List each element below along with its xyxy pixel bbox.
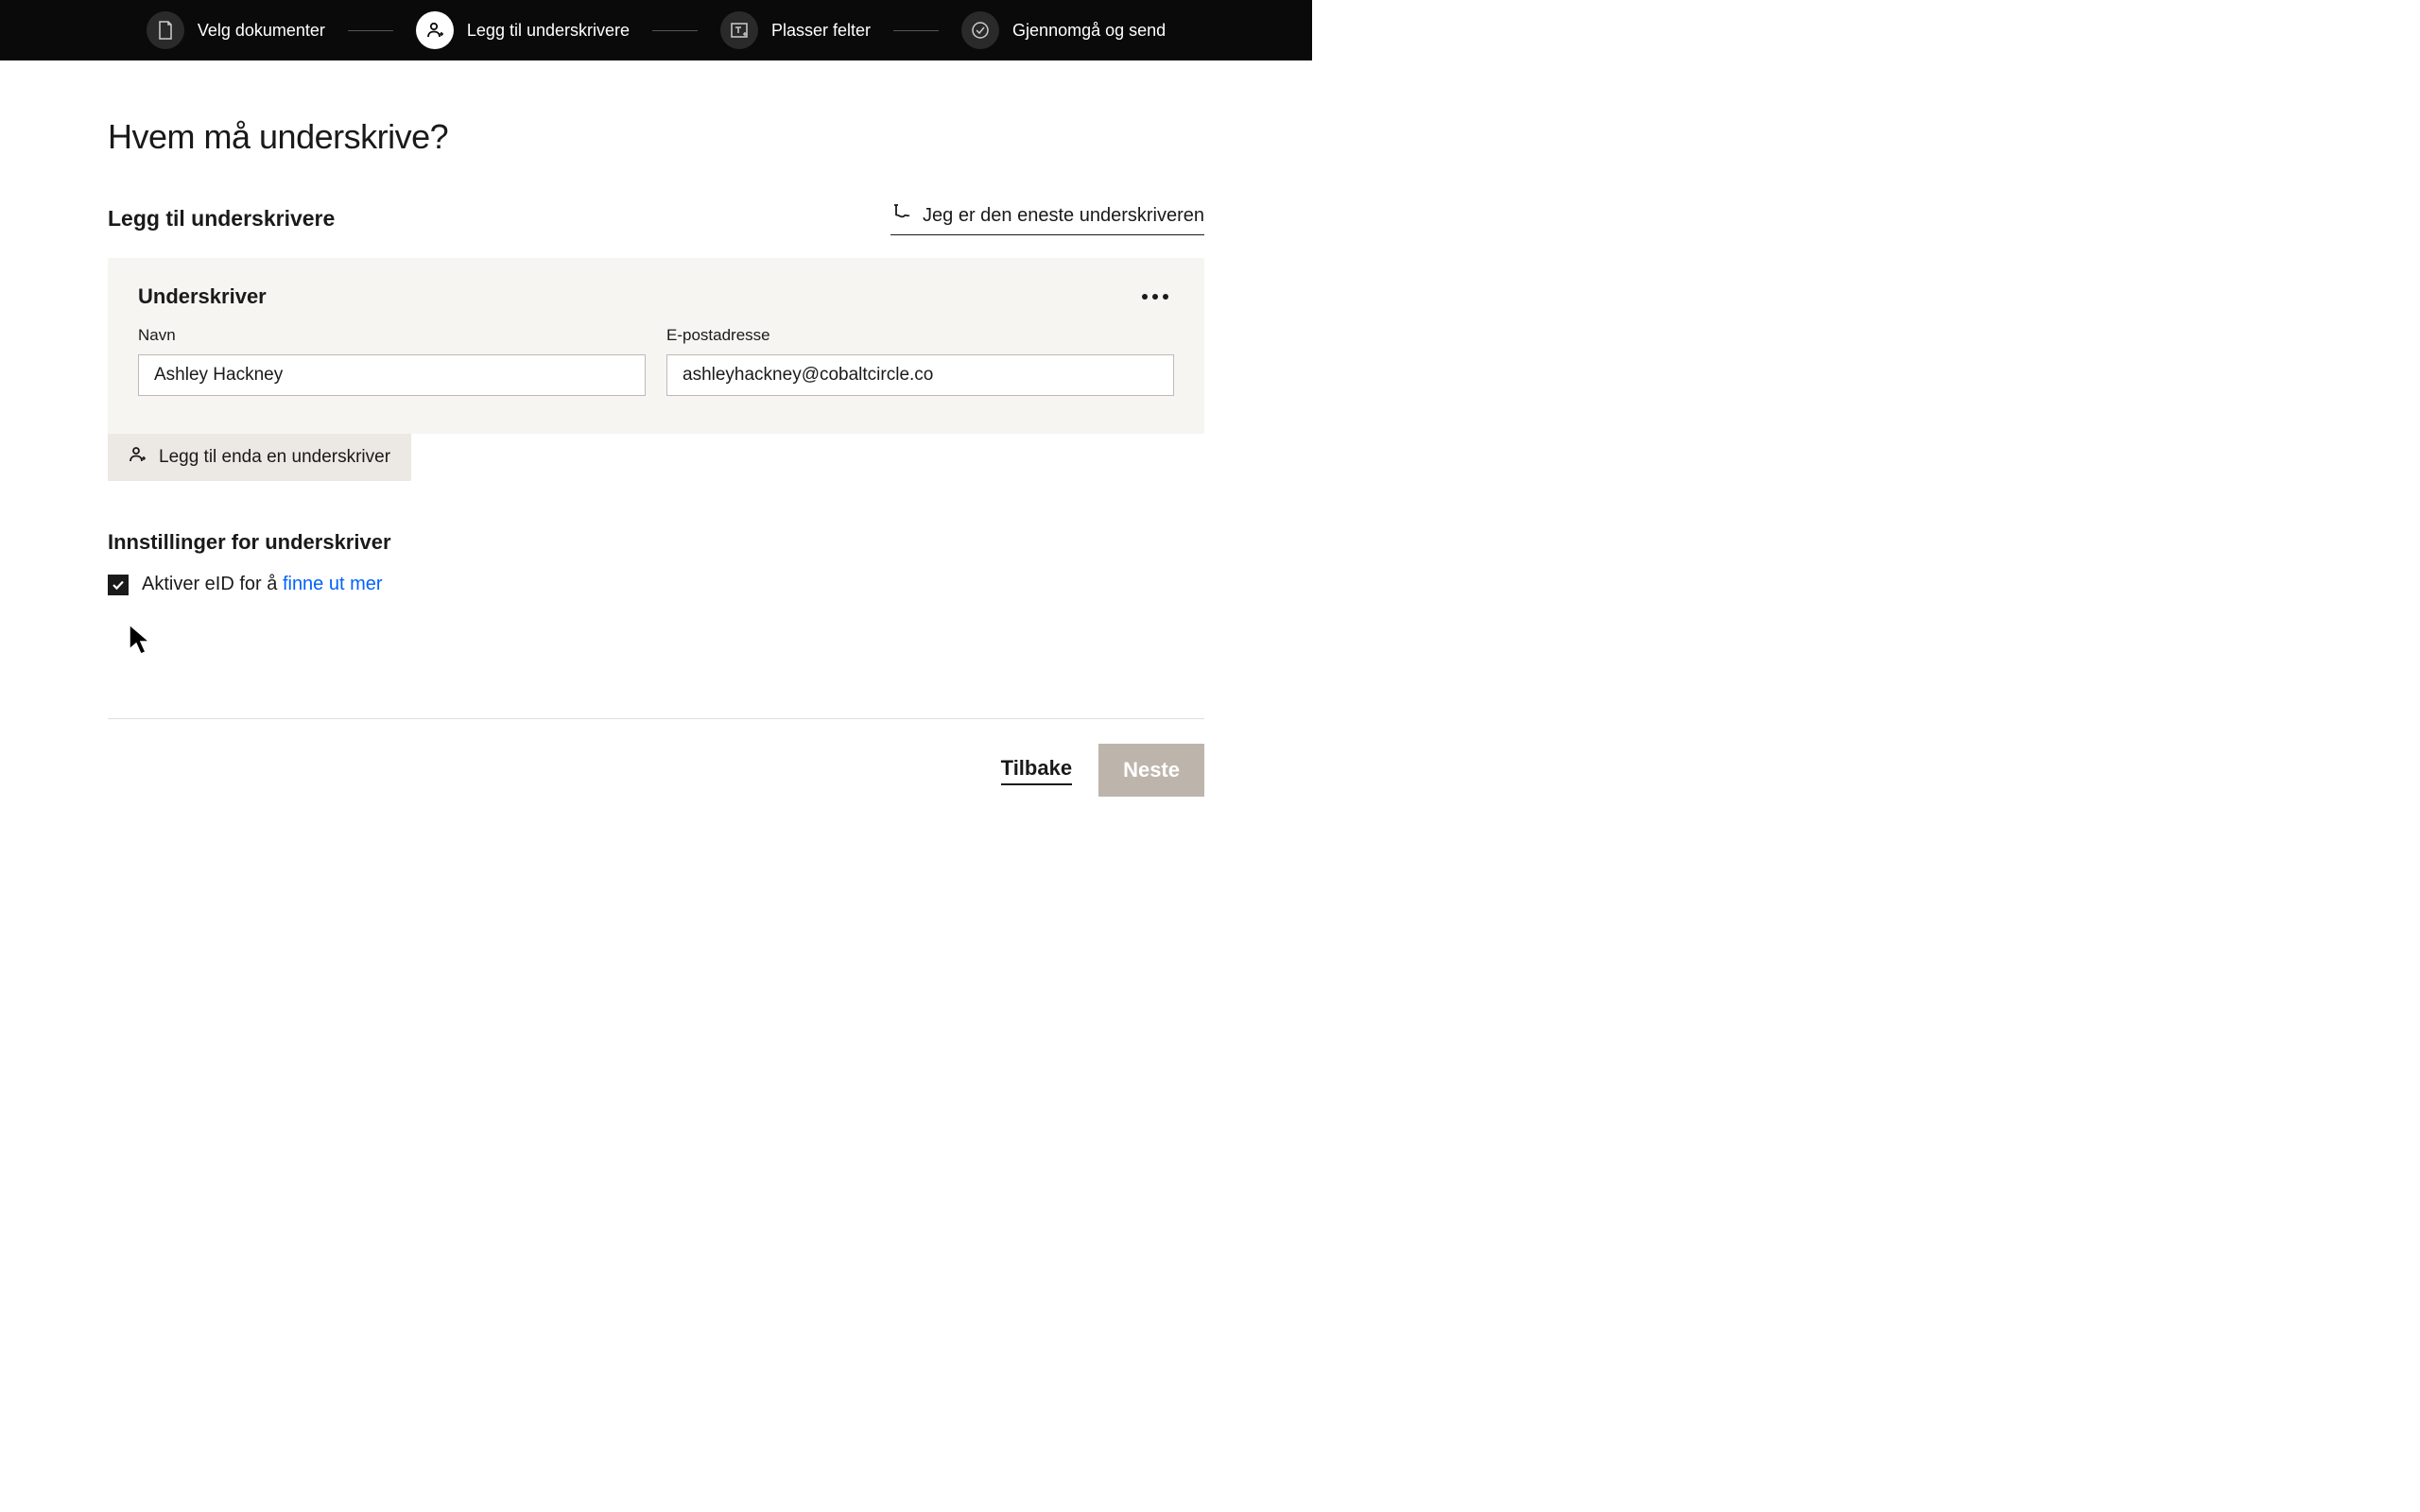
check-icon bbox=[112, 578, 125, 592]
step-label: Plasser felter bbox=[771, 21, 871, 41]
page-title: Hvem må underskrive? bbox=[108, 117, 1204, 157]
signature-icon bbox=[890, 202, 911, 229]
person-plus-icon bbox=[416, 11, 454, 49]
cursor-icon bbox=[128, 623, 154, 659]
step-divider bbox=[652, 30, 698, 31]
stepper-header: Velg dokumenter Legg til underskrivere P… bbox=[0, 0, 1312, 60]
footer: Tilbake Neste bbox=[108, 718, 1204, 797]
eid-checkbox[interactable] bbox=[108, 575, 129, 595]
add-signer-button[interactable]: Legg til enda en underskriver bbox=[108, 434, 411, 481]
main-container: Hvem må underskrive? Legg til underskriv… bbox=[108, 60, 1204, 595]
email-field-group: E-postadresse bbox=[666, 326, 1174, 396]
next-button[interactable]: Neste bbox=[1098, 744, 1204, 797]
step-place-fields[interactable]: Plasser felter bbox=[720, 11, 871, 49]
step-label: Gjennomgå og send bbox=[1012, 21, 1166, 41]
learn-more-link[interactable]: finne ut mer bbox=[283, 574, 383, 594]
name-input[interactable] bbox=[138, 354, 646, 396]
email-input[interactable] bbox=[666, 354, 1174, 396]
field-row: Navn E-postadresse bbox=[138, 326, 1174, 396]
signer-title: Underskriver bbox=[138, 284, 267, 309]
signer-menu-button[interactable] bbox=[1136, 288, 1174, 305]
step-divider bbox=[893, 30, 939, 31]
step-label: Velg dokumenter bbox=[198, 21, 325, 41]
text-field-icon bbox=[720, 11, 758, 49]
section-row: Legg til underskrivere Jeg er den eneste… bbox=[108, 202, 1204, 235]
settings-heading: Innstillinger for underskriver bbox=[108, 530, 1204, 555]
document-icon bbox=[147, 11, 184, 49]
only-signer-label: Jeg er den eneste underskriveren bbox=[923, 205, 1204, 227]
name-field-group: Navn bbox=[138, 326, 646, 396]
only-signer-button[interactable]: Jeg er den eneste underskriveren bbox=[890, 202, 1204, 235]
eid-label: Aktiver eID for å finne ut mer bbox=[142, 574, 383, 595]
name-label: Navn bbox=[138, 326, 646, 345]
signer-card-header: Underskriver bbox=[138, 284, 1174, 309]
step-select-documents[interactable]: Velg dokumenter bbox=[147, 11, 325, 49]
section-heading: Legg til underskrivere bbox=[108, 206, 335, 232]
eid-checkbox-row: Aktiver eID for å finne ut mer bbox=[108, 574, 1204, 595]
step-divider bbox=[348, 30, 393, 31]
step-add-signers[interactable]: Legg til underskrivere bbox=[416, 11, 630, 49]
step-review-send[interactable]: Gjennomgå og send bbox=[961, 11, 1166, 49]
check-circle-icon bbox=[961, 11, 999, 49]
signer-card: Underskriver Navn E-postadresse bbox=[108, 258, 1204, 434]
step-label: Legg til underskrivere bbox=[467, 21, 630, 41]
add-signer-label: Legg til enda en underskriver bbox=[159, 447, 390, 468]
back-button[interactable]: Tilbake bbox=[1001, 756, 1072, 785]
email-label: E-postadresse bbox=[666, 326, 1174, 345]
person-plus-icon bbox=[129, 445, 147, 470]
